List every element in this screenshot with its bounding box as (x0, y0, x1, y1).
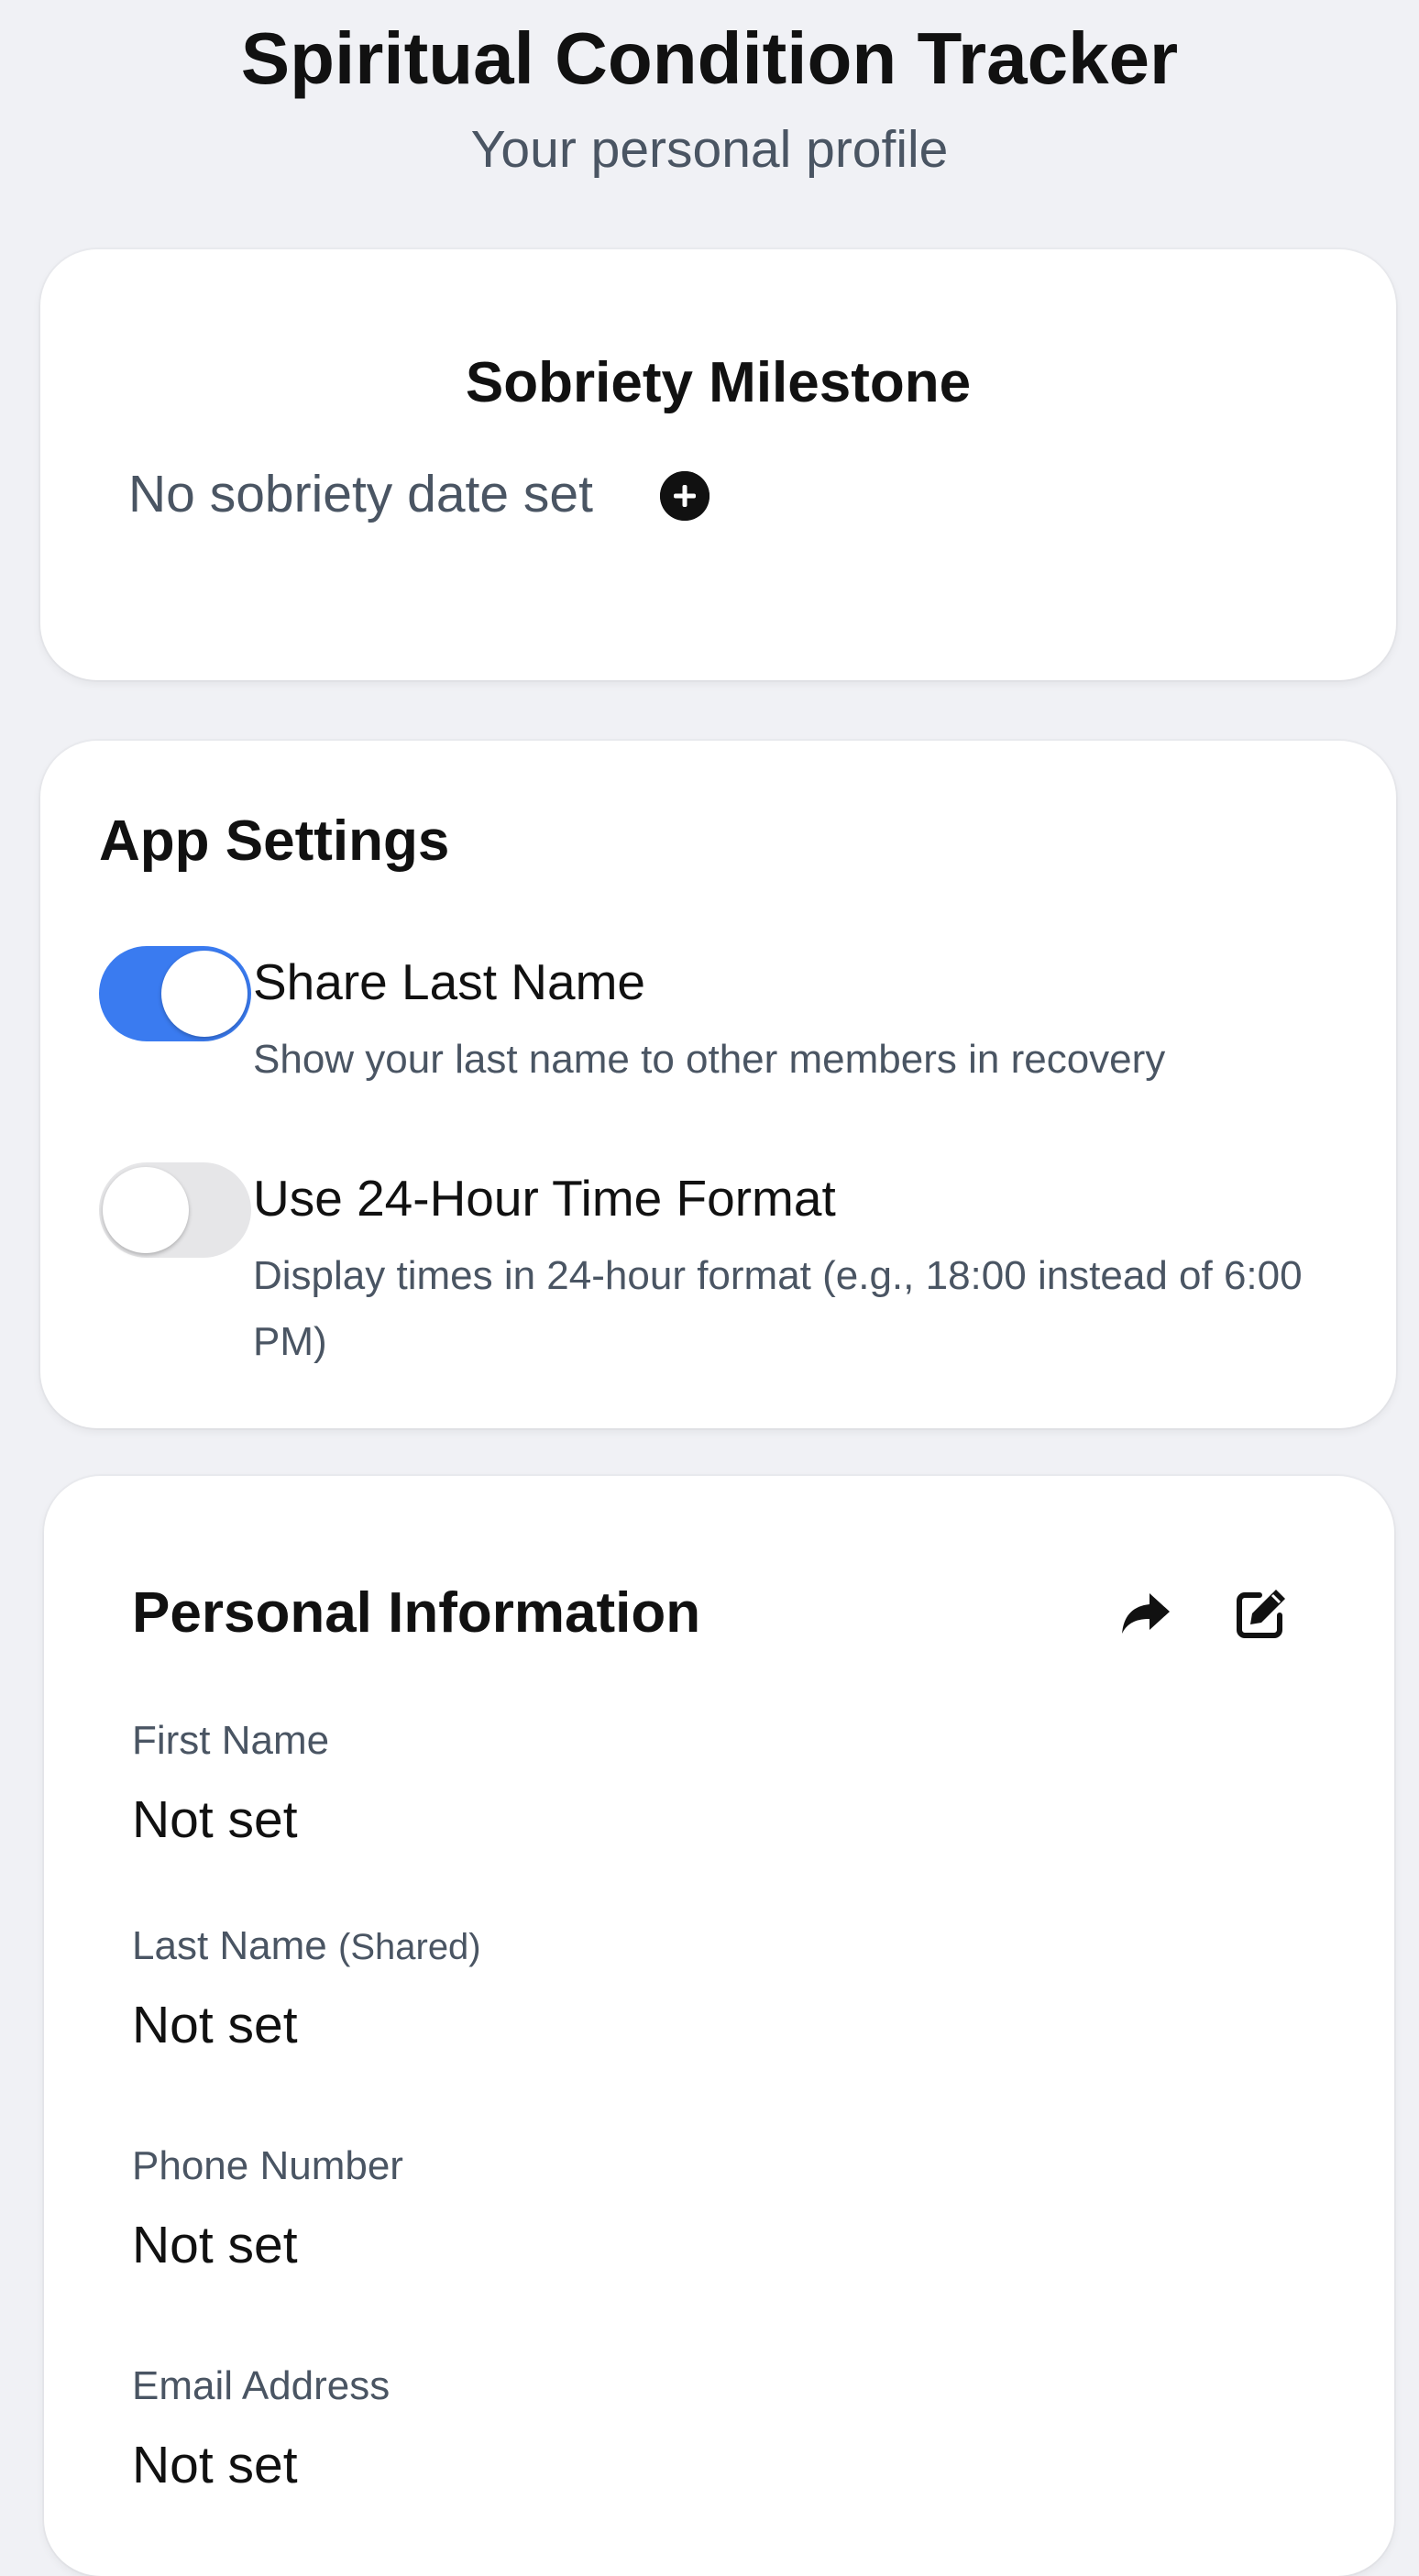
time-format-toggle[interactable] (99, 1162, 251, 1258)
toggle-knob (103, 1167, 189, 1253)
edit-button[interactable] (1232, 1584, 1291, 1643)
email-address-value: Not set (132, 2436, 298, 2494)
share-last-name-description: Show your last name to other members in … (253, 1037, 1166, 1082)
app-settings-title: App Settings (99, 809, 450, 873)
first-name-value: Not set (132, 1790, 298, 1849)
field-label-text: Phone Number (132, 2143, 403, 2188)
share-icon (1122, 1593, 1170, 1634)
phone-number-label: Phone Number (132, 2141, 403, 2191)
toggle-knob (161, 951, 248, 1037)
edit-icon (1237, 1590, 1285, 1638)
share-last-name-toggle[interactable] (99, 946, 251, 1041)
email-address-label: Email Address (132, 2361, 390, 2411)
sobriety-date-status: No sobriety date set (128, 465, 593, 523)
plus-circle-icon (660, 471, 710, 521)
add-sobriety-date-button[interactable] (660, 471, 710, 521)
last-name-value: Not set (132, 1996, 298, 2054)
personal-information-card: Personal Information First Name Not set … (44, 1476, 1394, 2576)
share-button[interactable] (1116, 1584, 1175, 1643)
sobriety-milestone-title: Sobriety Milestone (465, 351, 972, 414)
time-format-label: Use 24-Hour Time Format (253, 1170, 836, 1227)
first-name-label: First Name (132, 1716, 329, 1766)
field-label-text: Last Name (132, 1923, 327, 1968)
last-name-label: Last Name (Shared) (132, 1921, 481, 1972)
shared-indicator: (Shared) (338, 1927, 481, 1967)
app-settings-card: App Settings Share Last Name Show your l… (40, 741, 1396, 1428)
page-subtitle: Your personal profile (470, 120, 949, 179)
phone-number-value: Not set (132, 2216, 298, 2274)
time-format-description: Display times in 24-hour format (e.g., 1… (253, 1253, 1303, 1364)
personal-information-title: Personal Information (132, 1581, 701, 1645)
sobriety-milestone-card: Sobriety Milestone No sobriety date set (40, 249, 1396, 680)
page-title: Spiritual Condition Tracker (240, 17, 1179, 99)
field-label-text: Email Address (132, 2363, 390, 2408)
share-last-name-label: Share Last Name (253, 953, 645, 1010)
field-label-text: First Name (132, 1718, 330, 1763)
